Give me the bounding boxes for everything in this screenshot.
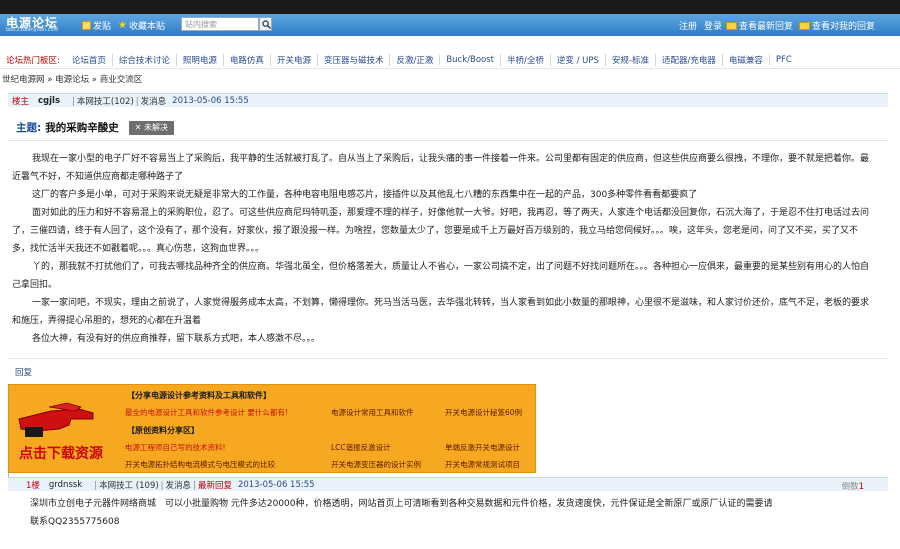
author-rank: 本网技工 (109) — [99, 480, 159, 491]
nav-general-tech[interactable]: 综合技术讨论 — [111, 54, 176, 66]
floor-label: 楼主 — [12, 96, 30, 107]
share-highlight-link[interactable]: 最全的电源设计工具和软件参考设计 要什么都有! — [125, 407, 288, 418]
message-link[interactable]: 发消息 — [166, 481, 192, 491]
status-text: 未解决 — [143, 122, 168, 132]
banner-link[interactable]: 电源设计常用工具和软件 — [331, 407, 414, 418]
nav-circuit-sim[interactable]: 电路仿真 — [222, 54, 270, 66]
topic-title: 我的采购辛酸史 — [45, 122, 119, 134]
forum-header: 电源论坛 bbs.21dianyuan.com 发贴 ★ 收藏本贴 站内搜索 注… — [0, 14, 900, 36]
author-meta: | 本网技工(102) | 发消息 — [72, 96, 167, 107]
post-label: 发贴 — [93, 22, 112, 32]
author-meta: | 本网技工 (109) | 发消息 | 最新回复 — [94, 480, 232, 491]
reply-link[interactable]: 回复 — [15, 366, 32, 378]
banner-link[interactable]: 开关电源拓扑结构电流模式与电压模式的比较 — [125, 459, 275, 470]
favorite-label: 收藏本贴 — [128, 22, 165, 32]
post-header-reply: 1楼 grdnssk | 本网技工 (109) | 发消息 | 最新回复 2013-05-… — [8, 477, 888, 492]
post-icon — [82, 21, 91, 30]
nav-adapter-charger[interactable]: 适配器/充电器 — [654, 54, 722, 66]
topic-label: 主题: — [16, 122, 42, 134]
nav-pfc[interactable]: PFC — [768, 55, 798, 65]
post-paragraph: 面对如此的压力和好不容易混上的采购职位，忍了。可这些供应商尼玛特叽歪，那爱理不理… — [12, 208, 870, 254]
original-highlight-link[interactable]: 电源工程师自己写的技术资料! — [125, 442, 226, 453]
favorite-button[interactable]: ★ 收藏本贴 — [118, 19, 165, 33]
reverse-number: 1 — [858, 482, 864, 492]
nav-home[interactable]: 论坛首页 — [66, 54, 112, 66]
star-icon: ★ — [118, 20, 127, 31]
divider — [8, 140, 888, 141]
nav-inverter-ups[interactable]: 逆变 / UPS — [549, 54, 605, 66]
window-top-strip — [0, 0, 900, 14]
floor-label: 1楼 — [26, 480, 40, 491]
post-paragraph: 这厂的客户多是小单，可对于采购来说无疑是非常大的工作量，各种电容电阻电感芯片，接… — [32, 190, 698, 200]
download-cta[interactable]: 点击下载资源 — [19, 443, 103, 463]
latest-replies-label: 查看最新回复 — [739, 22, 794, 32]
latest-reply-link[interactable]: 最新回复 — [198, 481, 232, 491]
login-link[interactable]: 登录 — [704, 19, 722, 32]
original-title: 【原创资料分享区】 — [127, 426, 199, 435]
forum-logo[interactable]: 电源论坛 bbs.21dianyuan.com — [6, 14, 76, 36]
author-rank: 本网技工(102) — [76, 96, 134, 107]
download-resources-banner[interactable]: 点击下载资源 【分享电源设计参考资料及工具和软件】 最全的电源设计工具和软件参考… — [8, 384, 536, 473]
post-paragraph: 一家一家问吧，不现实，理由之前说了，人家觉得服务成本太高，不划算，懒得理你。死马… — [12, 298, 870, 326]
nav-emc[interactable]: 电磁兼容 — [721, 54, 769, 66]
category-nav: 论坛热门板区: 论坛首页 综合技术讨论 照明电源 电路仿真 开关电源 变压器与磁… — [0, 52, 900, 69]
banner-link[interactable]: LCC谐振反激设计 — [331, 442, 391, 453]
latest-replies-link[interactable]: 查看最新回复 — [726, 19, 793, 32]
share-title: 【分享电源设计参考资料及工具和软件】 — [127, 391, 271, 400]
mail-icon — [726, 21, 737, 30]
nav-transformer-magnetics[interactable]: 变压器与磁技术 — [316, 54, 390, 66]
reverse-floor: 倒数1 — [842, 480, 864, 492]
post-paragraph: 各位大神，有没有好的供应商推荐，留下联系方式吧，本人感激不尽。。。 — [32, 334, 321, 344]
nav-safety-standards[interactable]: 安规-标准 — [604, 54, 655, 66]
topic-heading: 主题: 我的采购辛酸史 ✕ 未解决 — [16, 120, 174, 135]
post-date: 2013-05-06 15:55 — [237, 479, 315, 490]
banner-link[interactable]: 开关电源常规测试项目 — [445, 459, 520, 470]
post-button[interactable]: 发贴 — [82, 19, 111, 32]
banner-link[interactable]: 开关电源变压器的设计实例 — [331, 459, 421, 470]
nav-flyback-forward[interactable]: 反激/正激 — [389, 54, 439, 66]
logo-url: bbs.21dianyuan.com — [6, 27, 59, 33]
reply-line: 深圳市立创电子元器件网络商城 可以小批量购物 元件多达20000种，价格透明，网… — [30, 499, 773, 509]
reply-content: 深圳市立创电子元器件网络商城 可以小批量购物 元件多达20000种，价格透明，网… — [30, 495, 860, 531]
my-replies-label: 查看对我的回复 — [812, 22, 876, 32]
my-replies-link[interactable]: 查看对我的回复 — [799, 19, 875, 32]
nav-half-full-bridge[interactable]: 半桥/全桥 — [500, 54, 550, 66]
reverse-label: 倒数 — [841, 482, 859, 492]
message-link[interactable]: 发消息 — [141, 97, 167, 107]
nav-switching-power[interactable]: 开关电源 — [269, 54, 317, 66]
post-header-op: 楼主 cgjls | 本网技工(102) | 发消息 2013-05-06 15:55 — [8, 93, 888, 107]
mail-icon — [799, 21, 810, 30]
nav-lighting-power[interactable]: 照明电源 — [175, 54, 223, 66]
nav-buck-boost[interactable]: Buck/Boost — [439, 55, 500, 65]
reply-line: 联系QQ2355775608 — [30, 517, 120, 527]
search-input[interactable]: 站内搜索 — [181, 17, 259, 31]
divider — [8, 358, 888, 359]
breadcrumb[interactable]: 世纪电源网 » 电源论坛 » 商业交流区 — [2, 73, 142, 85]
banner-link[interactable]: 开关电源设计秘笈60例 — [445, 407, 522, 418]
search-button[interactable] — [259, 17, 272, 31]
post-content: 我现在一家小型的电子厂好不容易当上了采购后，我平静的生活就被打乱了。自从当上了采… — [12, 150, 870, 348]
search-icon — [262, 20, 271, 29]
post-paragraph: 丫的，那我就不打扰他们了，可我去哪找品种齐全的供应商。华强北虽全，但价格落差大，… — [12, 262, 870, 290]
post-paragraph: 我现在一家小型的电子厂好不容易当上了采购后，我平静的生活就被打乱了。自从当上了采… — [12, 154, 870, 182]
register-link[interactable]: 注册 — [679, 19, 697, 32]
author-name[interactable]: grdnssk — [49, 480, 82, 490]
banner-link[interactable]: 单端反激开关电源设计 — [445, 442, 520, 453]
author-name[interactable]: cgjls — [38, 96, 60, 106]
post-date: 2013-05-06 15:55 — [172, 95, 249, 106]
hot-boards-label: 论坛热门板区: — [6, 56, 60, 66]
status-badge: ✕ 未解决 — [128, 120, 174, 135]
